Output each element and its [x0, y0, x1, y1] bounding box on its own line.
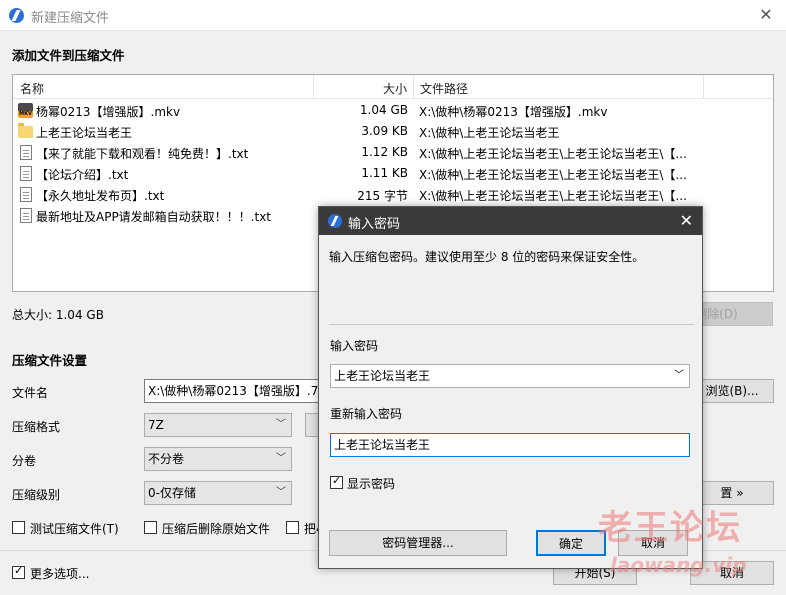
filename-label: 文件名: [12, 386, 49, 400]
file-path: X:\做种\上老王论坛当老王\上老王论坛当老王\【...: [419, 147, 687, 161]
format-select[interactable]: 7Z ﹀: [144, 413, 292, 437]
more-options-checkbox[interactable]: [12, 564, 25, 579]
video-file-icon: [18, 103, 33, 118]
file-path: X:\做种\杨幂0213【增强版】.mkv: [419, 105, 608, 119]
file-row[interactable]: 杨幂0213【增强版】.mkv 1.04 GB X:\做种\杨幂0213【增强版…: [13, 100, 773, 121]
file-row[interactable]: 【来了就能下载和观看！纯免费！】.txt 1.12 KB X:\做种\上老王论坛…: [13, 142, 773, 163]
chevron-down-icon[interactable]: ﹀: [674, 365, 684, 387]
file-row[interactable]: 【论坛介绍】.txt 1.11 KB X:\做种\上老王论坛当老王\上老王论坛当…: [13, 163, 773, 184]
file-size: 3.09 KB: [361, 124, 408, 138]
test-archive-checkbox[interactable]: [12, 521, 25, 534]
split-select[interactable]: 不分卷 ﹀: [144, 447, 292, 471]
file-name: 杨幂0213【增强版】.mkv: [36, 105, 181, 119]
file-size: 1.11 KB: [361, 166, 408, 180]
file-row[interactable]: 【永久地址发布页】.txt 215 字节 X:\做种\上老王论坛当老王\上老王论…: [13, 184, 773, 205]
chevron-down-icon: ﹀: [276, 419, 286, 430]
password-input[interactable]: 上老王论坛当老王 ﹀: [330, 364, 690, 388]
partial-checkbox[interactable]: [286, 521, 299, 534]
test-archive-label: 测试压缩文件(T): [30, 522, 119, 536]
password-manager-button[interactable]: 密码管理器...: [329, 530, 507, 556]
column-size-header[interactable]: 大小: [383, 80, 407, 97]
close-icon[interactable]: ✕: [680, 211, 693, 230]
file-row[interactable]: 上老王论坛当老王 3.09 KB X:\做种\上老王论坛当老王: [13, 121, 773, 142]
text-file-icon: [20, 145, 32, 160]
dialog-description: 输入压缩包密码。建议使用至少 8 位的密码来保证安全性。: [329, 250, 645, 264]
file-name: 上老王论坛当老王: [36, 126, 133, 140]
column-name-header[interactable]: 名称: [20, 80, 44, 97]
level-value: 0-仅存储: [148, 486, 196, 500]
chevron-down-icon: ﹀: [276, 487, 286, 498]
dialog-title: 输入密码: [348, 217, 401, 232]
divider: [329, 324, 694, 325]
more-options-label: 更多选项...: [30, 567, 90, 581]
file-path: X:\做种\上老王论坛当老王: [419, 126, 560, 140]
file-path: X:\做种\上老王论坛当老王\上老王论坛当老王\【...: [419, 189, 687, 203]
text-file-icon: [20, 208, 32, 223]
password-value: 上老王论坛当老王: [334, 369, 431, 383]
file-name: 【来了就能下载和观看！纯免费！】.txt: [36, 147, 249, 161]
split-value: 不分卷: [148, 452, 185, 466]
text-file-icon: [20, 187, 32, 202]
window-title: 新建压缩文件: [31, 11, 110, 26]
add-files-heading: 添加文件到压缩文件: [12, 48, 125, 63]
app-logo-icon: [328, 214, 342, 228]
show-password-checkbox[interactable]: [330, 474, 343, 489]
column-path-header[interactable]: 文件路径: [420, 80, 468, 97]
file-path: X:\做种\上老王论坛当老王\上老王论坛当老王\【...: [419, 168, 687, 182]
close-icon[interactable]: ✕: [756, 5, 776, 25]
show-password-label: 显示密码: [347, 477, 396, 491]
delete-after-label: 压缩后删除原始文件: [162, 522, 271, 536]
app-logo-icon: [9, 8, 24, 23]
filename-input[interactable]: X:\做种\杨幂0213【增强版】.7z: [144, 379, 324, 403]
file-size: 215 字节: [357, 189, 408, 203]
title-bar: 新建压缩文件 ✕: [0, 0, 786, 31]
text-file-icon: [20, 166, 32, 181]
file-name: 最新地址及APP请发邮箱自动获取！！！.txt: [36, 210, 272, 224]
file-name: 【论坛介绍】.txt: [36, 168, 129, 182]
folder-icon: [18, 123, 33, 138]
file-name: 【永久地址发布页】.txt: [36, 189, 165, 203]
file-list-header: 名称 大小 文件路径: [13, 75, 773, 99]
level-select[interactable]: 0-仅存储 ﹀: [144, 481, 292, 505]
split-label: 分卷: [12, 454, 37, 468]
file-size: 1.04 GB: [359, 103, 408, 117]
password-label: 输入密码: [330, 339, 379, 353]
file-size: 1.12 KB: [361, 145, 408, 159]
confirm-password-label: 重新输入密码: [330, 407, 403, 421]
format-value: 7Z: [148, 418, 164, 432]
level-label: 压缩级别: [12, 488, 61, 502]
format-label: 压缩格式: [12, 420, 61, 434]
delete-after-checkbox[interactable]: [144, 521, 157, 534]
ok-button[interactable]: 确定: [536, 530, 606, 556]
compression-settings-heading: 压缩文件设置: [12, 353, 88, 368]
watermark-text: 老王论坛: [598, 508, 742, 548]
confirm-password-input[interactable]: 上老王论坛当老王: [330, 433, 690, 457]
total-size: 总大小: 1.04 GB: [12, 308, 104, 322]
dialog-title-bar: 输入密码 ✕: [319, 207, 702, 235]
watermark-url: laowang.vip: [610, 553, 747, 577]
chevron-down-icon: ﹀: [276, 453, 286, 464]
